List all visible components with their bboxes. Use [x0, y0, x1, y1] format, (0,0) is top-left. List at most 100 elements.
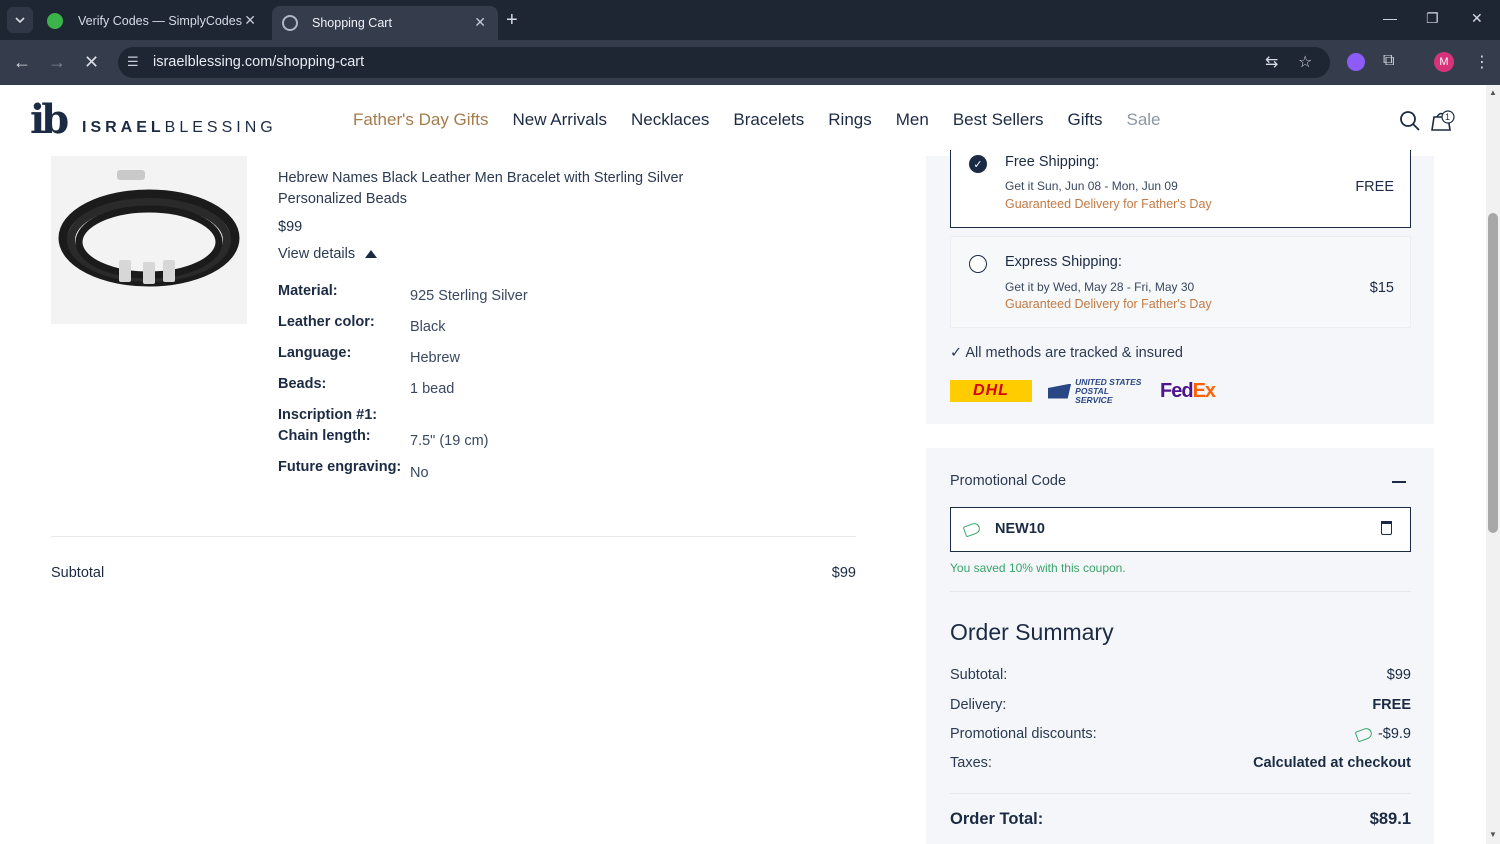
nav-necklaces[interactable]: Necklaces — [631, 110, 709, 130]
order-total-value: $89.1 — [1369, 810, 1411, 828]
nav-sale[interactable]: Sale — [1126, 110, 1160, 130]
promo-code-value: NEW10 — [995, 521, 1045, 537]
browser-tab-strip: Verify Codes — SimplyCodes ✕ Shopping Ca… — [0, 0, 1500, 40]
summary-label-subtotal: Subtotal: — [950, 667, 1008, 683]
browser-tab-verify-codes[interactable]: Verify Codes — SimplyCodes ✕ — [38, 6, 268, 36]
nav-best-sellers[interactable]: Best Sellers — [953, 110, 1044, 130]
divider — [950, 793, 1411, 794]
attr-label-inscription: Inscription #1: — [278, 407, 378, 423]
cart-icon[interactable] — [1430, 110, 1456, 132]
divider — [51, 536, 856, 537]
tracked-note-text: All methods are tracked & insured — [965, 345, 1183, 361]
shipping-option-title: Express Shipping: — [1005, 254, 1122, 270]
nav-rings[interactable]: Rings — [828, 110, 871, 130]
cart-count-badge: 1 — [1445, 112, 1451, 122]
logo-wordmark[interactable]: ISRAELBLESSING — [82, 119, 277, 137]
product-price: $99 — [278, 219, 303, 235]
view-details-toggle[interactable]: View details — [278, 246, 378, 262]
summary-label-promo-discounts: Promotional discounts: — [950, 726, 1097, 742]
restore-window-icon[interactable]: ❐ — [1426, 10, 1439, 27]
promo-code-heading[interactable]: Promotional Code — [950, 473, 1066, 489]
promo-saved-message: You saved 10% with this coupon. — [950, 561, 1126, 575]
extension-icon[interactable] — [1347, 53, 1365, 71]
attr-label-leather-color: Leather color: — [278, 314, 375, 330]
scrollbar-thumb[interactable] — [1488, 213, 1498, 533]
shipping-option-price: $15 — [1369, 280, 1394, 296]
attr-label-language: Language: — [278, 345, 352, 361]
attr-value-material: 925 Sterling Silver — [410, 288, 528, 304]
summary-value-promo-discounts: -$9.9 — [1377, 726, 1411, 742]
minimize-window-icon[interactable]: — — [1383, 10, 1397, 26]
translate-icon[interactable]: ⇆ — [1265, 52, 1278, 72]
cart-subtotal-value: $99 — [831, 565, 856, 581]
forward-arrow-icon[interactable]: → — [48, 52, 66, 73]
divider — [950, 591, 1411, 592]
promo-code-field[interactable]: NEW10 — [950, 507, 1411, 552]
coupon-tag-icon — [962, 521, 982, 538]
browser-menu-icon[interactable]: ⋮ — [1474, 52, 1490, 72]
close-window-icon[interactable]: ✕ — [1471, 10, 1483, 27]
fedex-fe-text: Fed — [1160, 379, 1194, 402]
attr-value-leather-color: Black — [410, 319, 446, 335]
logo-bold-text: ISRAEL — [82, 119, 165, 136]
usps-eagle-icon — [1048, 383, 1072, 399]
nav-fathers-day-gifts[interactable]: Father's Day Gifts — [353, 110, 489, 130]
browser-toolbar: ← → ✕ ☰ israelblessing.com/shopping-cart… — [0, 40, 1500, 85]
url-text[interactable]: israelblessing.com/shopping-cart — [153, 54, 364, 70]
search-icon[interactable] — [1399, 110, 1421, 132]
site-info-icon[interactable]: ☰ — [127, 54, 139, 70]
shipping-option-price: FREE — [1355, 179, 1394, 195]
product-title[interactable]: Hebrew Names Black Leather Men Bracelet … — [278, 168, 708, 210]
browser-tab-shopping-cart[interactable]: Shopping Cart ✕ — [272, 6, 498, 40]
new-tab-icon[interactable]: + — [506, 9, 518, 32]
attr-label-beads: Beads: — [278, 376, 327, 392]
attr-value-language: Hebrew — [410, 350, 460, 366]
stop-loading-icon[interactable]: ✕ — [84, 52, 99, 73]
cart-subtotal-label: Subtotal — [51, 565, 105, 581]
shipping-option-date: Get it by Wed, May 28 - Fri, May 30 — [1005, 280, 1195, 294]
bookmark-star-icon[interactable]: ☆ — [1298, 52, 1312, 72]
logo-mark[interactable]: ib — [30, 98, 69, 142]
attr-label-chain-length: Chain length: — [278, 428, 371, 444]
attr-value-future-engraving: No — [410, 465, 429, 481]
page-scrollbar[interactable]: ▲ ▼ — [1486, 85, 1500, 844]
fedex-logo: Fed Ex — [1160, 380, 1230, 402]
shipping-option-date: Get it Sun, Jun 08 - Mon, Jun 09 — [1005, 179, 1178, 193]
usps-line-2: POSTAL SERVICE — [1075, 385, 1113, 405]
summary-value-delivery: FREE — [1372, 697, 1411, 713]
back-arrow-icon[interactable]: ← — [13, 52, 31, 73]
nav-bracelets[interactable]: Bracelets — [733, 110, 804, 130]
product-image[interactable] — [51, 156, 247, 324]
order-summary-title: Order Summary — [950, 619, 1114, 645]
attr-label-future-engraving: Future engraving: — [278, 459, 402, 475]
summary-value-taxes: Calculated at checkout — [1253, 755, 1411, 771]
close-tab-icon[interactable]: ✕ — [474, 14, 486, 31]
scroll-down-arrow-icon[interactable]: ▼ — [1489, 830, 1497, 839]
shipping-option-title: Free Shipping: — [1005, 154, 1100, 170]
tab-search-button[interactable] — [7, 7, 33, 33]
radio-unchecked-icon[interactable] — [969, 255, 987, 273]
nav-gifts[interactable]: Gifts — [1068, 110, 1103, 130]
attr-value-beads: 1 bead — [410, 381, 455, 397]
trash-icon[interactable] — [1381, 521, 1392, 535]
address-bar[interactable]: ☰ israelblessing.com/shopping-cart ⇆ ☆ — [118, 47, 1330, 78]
fedex-ex-text: Ex — [1192, 379, 1216, 402]
nav-new-arrivals[interactable]: New Arrivals — [513, 110, 607, 130]
close-tab-icon[interactable]: ✕ — [244, 12, 256, 29]
profile-avatar[interactable]: M — [1434, 52, 1454, 72]
view-details-label: View details — [278, 246, 356, 262]
tab-title: Shopping Cart — [312, 16, 392, 30]
attr-label-material: Material: — [278, 283, 338, 299]
scroll-up-arrow-icon[interactable]: ▲ — [1489, 88, 1497, 97]
nav-men[interactable]: Men — [896, 110, 929, 130]
radio-checked-icon[interactable]: ✓ — [969, 155, 987, 173]
extensions-puzzle-icon[interactable]: ⧉ — [1383, 52, 1394, 70]
collapse-minus-icon[interactable] — [1392, 481, 1406, 483]
main-nav: Father's Day Gifts New Arrivals Necklace… — [353, 110, 1185, 130]
loading-favicon-icon — [282, 15, 298, 31]
site-header: ib ISRAELBLESSING Father's Day Gifts New… — [0, 85, 1486, 156]
simplycodes-favicon-icon — [47, 13, 63, 29]
order-total-label: Order Total: — [950, 810, 1044, 828]
summary-value-subtotal: $99 — [1386, 667, 1411, 683]
shipping-option-guarantee: Guaranteed Delivery for Father's Day — [1005, 297, 1212, 311]
